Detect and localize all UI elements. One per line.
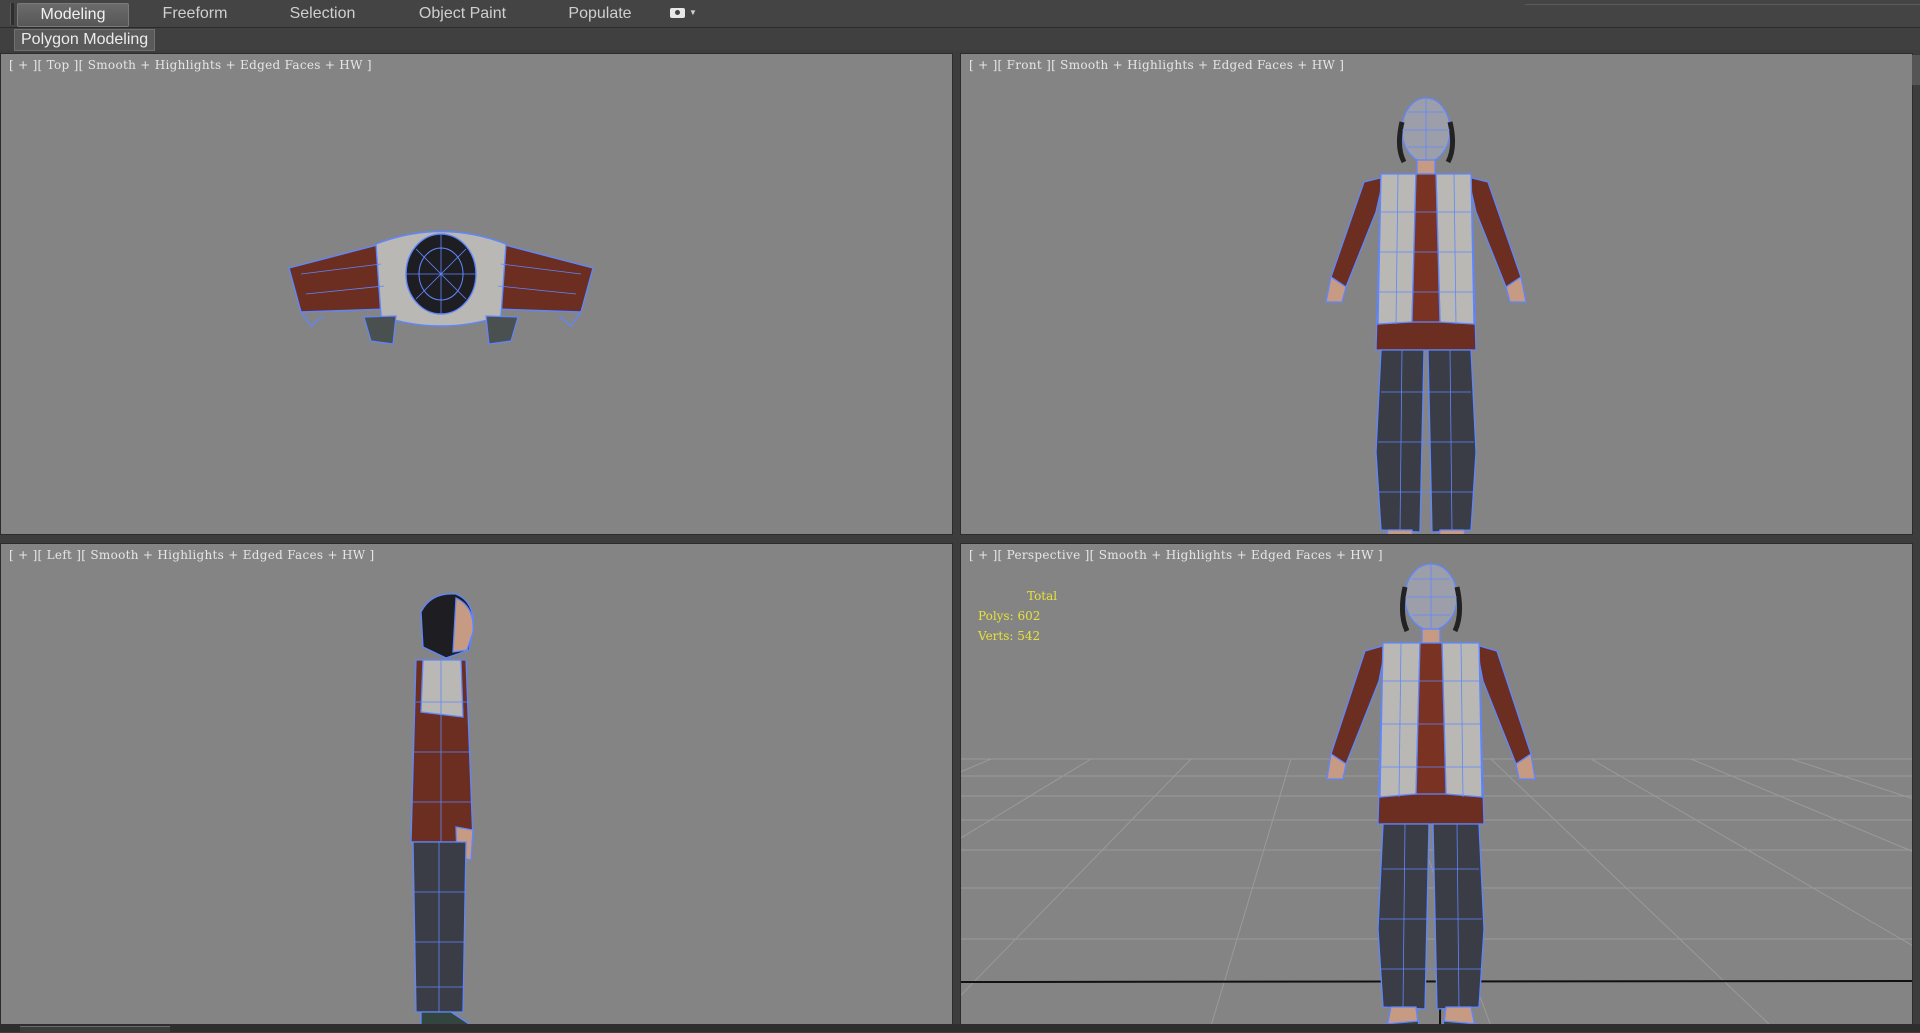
top-view-model [288,230,594,345]
tab-freeform[interactable]: Freeform [150,3,240,25]
tab-selection[interactable]: Selection [280,3,365,25]
viewport-scrollbar[interactable] [1912,55,1920,85]
viewport-front[interactable]: [ + ][ Front ][ Smooth + Highlights + Ed… [960,53,1913,535]
left-view-model [410,593,475,1024]
viewport-perspective[interactable]: [ + ][ Perspective ][ Smooth + Highlight… [960,543,1913,1025]
front-view-model [1325,97,1527,534]
polygon-modeling-panel[interactable]: Polygon Modeling [14,29,156,51]
ribbon-grip[interactable] [10,3,14,25]
tab-object-paint[interactable]: Object Paint [410,3,515,25]
timeline-strip [0,1024,1920,1033]
ribbon-options-button[interactable]: ▼ [670,8,697,20]
camera-icon [670,8,685,18]
perspective-view-model [961,563,1912,1024]
viewport-top[interactable]: [ + ][ Top ][ Smooth + Highlights + Edge… [0,53,953,535]
ribbon-divider [1525,4,1920,5]
tab-modeling[interactable]: Modeling [17,3,129,27]
ribbon-panel-bar: Polygon Modeling [0,28,1920,51]
ribbon-tabs: Modeling Freeform Selection Object Paint… [0,0,1920,28]
viewport-left[interactable]: [ + ][ Left ][ Smooth + Highlights + Edg… [0,543,953,1025]
tab-populate[interactable]: Populate [560,3,640,25]
dropdown-arrow-icon: ▼ [689,8,697,17]
